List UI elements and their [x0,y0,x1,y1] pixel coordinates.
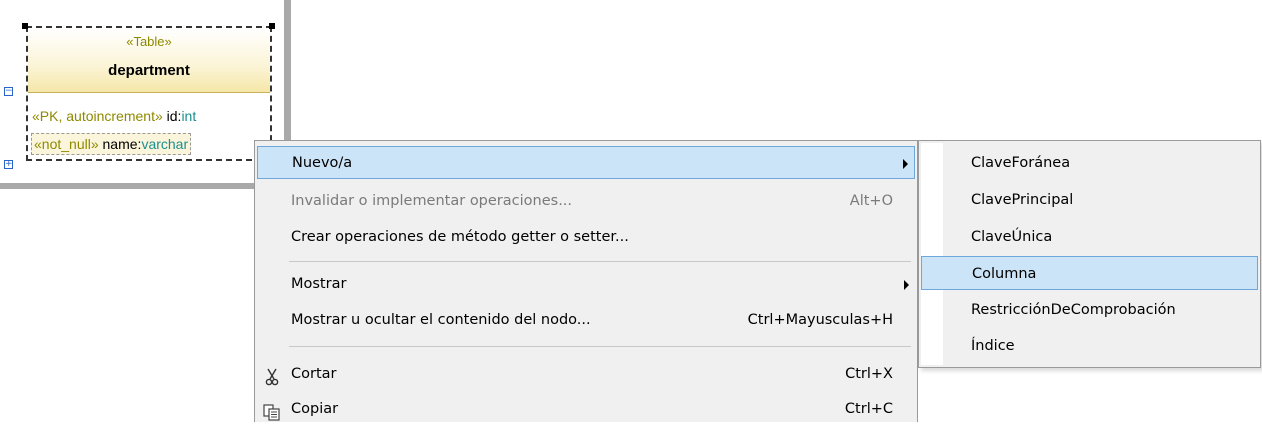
menu-item-mostrar-ocultar-contenido[interactable]: Mostrar u ocultar el contenido del nodo.… [257,304,915,337]
menu-item-copiar[interactable]: Copiar Ctrl+C [257,393,915,426]
menu-item-invalidar-operaciones[interactable]: Invalidar o implementar operaciones... A… [257,185,915,218]
scissors-icon [263,366,281,386]
column-row-name[interactable]: «not_null» name:varchar [31,133,192,155]
menu-item-crear-getter-setter[interactable]: Crear operaciones de método getter o set… [257,221,915,254]
expand-toggle-icon[interactable]: + [4,160,13,169]
menu-item-shortcut: Ctrl+X [845,366,893,382]
collapse-toggle-icon[interactable]: − [4,87,13,96]
submenu-item-clave-unica[interactable]: ClaveÚnica [921,220,1258,254]
submenu-item-label: Columna [972,266,1037,282]
submenu-item-columna[interactable]: Columna [921,256,1258,290]
menu-item-nuevo[interactable]: Nuevo/a [257,146,915,179]
column-row-id[interactable]: «PK, autoincrement» id:int [32,106,196,126]
column-stereotype: «not_null» [34,136,99,152]
menu-item-label: Mostrar [291,276,347,292]
submenu-item-clave-principal[interactable]: ClavePrincipal [921,183,1258,217]
submenu-item-label: Índice [971,338,1015,354]
submenu-nuevo: ClaveForánea ClavePrincipal ClaveÚnica C… [918,140,1261,368]
submenu-item-label: ClaveÚnica [971,229,1053,245]
table-stereotype: «Table» [126,34,172,49]
menu-item-label: Crear operaciones de método getter o set… [291,229,629,245]
resize-handle-top-left[interactable] [22,23,28,29]
column-stereotype: «PK, autoincrement» [32,108,163,124]
column-type: varchar [141,136,189,152]
diagram-canvas[interactable]: «Table» department «PK, autoincrement» i… [0,0,287,186]
submenu-item-clave-foranea[interactable]: ClaveForánea [921,146,1258,180]
menu-item-label: Invalidar o implementar operaciones... [291,193,573,209]
menu-item-label: Nuevo/a [292,155,353,171]
submenu-item-restriccion-comprobacion[interactable]: RestricciónDeComprobación [921,293,1258,327]
submenu-arrow-icon [904,280,909,290]
column-type: int [181,108,197,124]
menu-item-label: Cortar [291,366,337,382]
submenu-item-indice[interactable]: Índice [921,329,1258,363]
menu-item-shortcut: Ctrl+Mayusculas+H [747,312,893,328]
menu-item-cortar[interactable]: Cortar Ctrl+X [257,358,915,391]
canvas-border-horizontal [0,183,291,189]
menu-item-shortcut: Alt+O [849,193,893,209]
table-header: «Table» department [28,28,270,93]
copy-icon [263,401,281,421]
menu-item-mostrar[interactable]: Mostrar [257,268,915,301]
menu-item-label: Mostrar u ocultar el contenido del nodo.… [291,312,591,328]
submenu-item-label: ClavePrincipal [971,192,1074,208]
menu-separator [289,346,911,347]
uml-table-node[interactable]: «Table» department «PK, autoincrement» i… [26,26,272,161]
menu-item-shortcut: Ctrl+C [844,401,893,417]
table-name[interactable]: department [28,62,270,79]
menu-item-label: Copiar [291,401,339,417]
resize-handle-top-right[interactable] [269,23,275,29]
submenu-item-label: ClaveForánea [971,155,1071,171]
submenu-item-label: RestricciónDeComprobación [971,302,1176,318]
column-name: name [98,136,138,152]
column-name: id [162,108,178,124]
context-menu: Nuevo/a Invalidar o implementar operacio… [254,140,918,422]
menu-separator [289,261,911,262]
submenu-arrow-icon [903,159,908,169]
